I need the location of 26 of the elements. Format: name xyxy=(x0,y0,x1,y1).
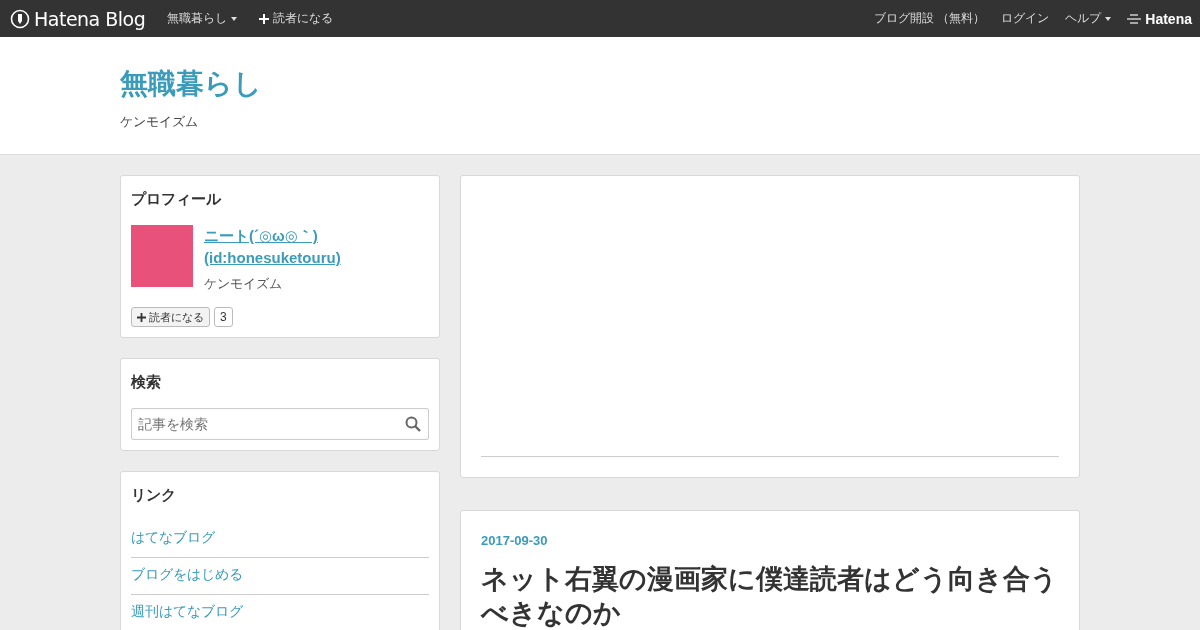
pen-nib-icon xyxy=(10,8,30,29)
caret-icon xyxy=(1105,16,1112,21)
subscribe-link[interactable]: 読者になる xyxy=(259,10,334,27)
subscribe-button[interactable]: 読者になる xyxy=(131,307,210,327)
help-menu[interactable]: ヘルプ xyxy=(1065,10,1112,27)
nav-link[interactable]: ブログ開設 （無料） xyxy=(873,10,986,27)
plus-icon xyxy=(137,312,146,322)
hatena-logo[interactable]: Hatena xyxy=(1127,10,1192,27)
brand-text: Hatena xyxy=(1145,10,1192,27)
lines-icon xyxy=(1127,13,1142,24)
module-heading: 検索 xyxy=(131,373,162,392)
nav-link[interactable]: ログイン xyxy=(1001,10,1050,27)
search-icon xyxy=(405,416,421,432)
hatena-blog-logo[interactable]: Hatena Blog xyxy=(10,7,146,30)
blog-menu[interactable]: 無職暮らし xyxy=(167,10,238,27)
module-heading: リンク xyxy=(131,486,177,505)
profile-description: ケンモイズム xyxy=(204,275,282,293)
logo-text: Hatena Blog xyxy=(34,7,146,30)
caret-icon xyxy=(231,16,238,21)
module-heading: プロフィール xyxy=(131,190,222,209)
blog-subtitle: ケンモイズム xyxy=(120,113,199,131)
plus-icon xyxy=(259,13,270,24)
avatar-placeholder xyxy=(131,225,193,287)
search-field[interactable]: 記事を検索 xyxy=(131,408,429,440)
article-title[interactable]: ネット右翼の漫画家に僕達読者はどう向き合うべきなのか xyxy=(481,562,1059,630)
subscriber-count: 3 xyxy=(214,307,233,327)
